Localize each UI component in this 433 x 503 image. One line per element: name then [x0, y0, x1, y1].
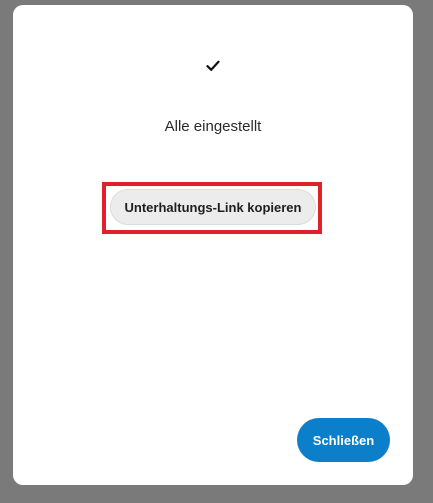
close-button[interactable]: Schließen: [297, 418, 390, 462]
copy-conversation-link-button[interactable]: Unterhaltungs-Link kopieren: [110, 189, 316, 225]
status-message: Alle eingestellt: [164, 118, 262, 135]
share-dialog: Alle eingestellt Unterhaltungs-Link kopi…: [13, 5, 413, 485]
checkmark-icon: [200, 53, 226, 79]
